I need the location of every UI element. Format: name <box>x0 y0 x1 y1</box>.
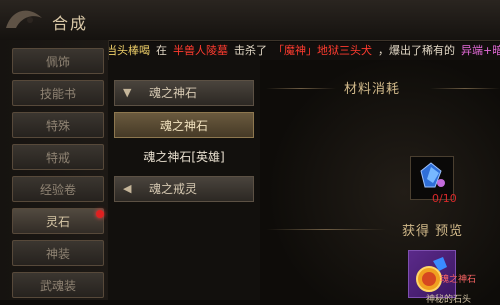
tab-exp-scrolls[interactable]: 经验卷 <box>12 176 104 202</box>
recipe-list: ▼ 魂之神石 魂之神石 魂之神石[英雄] ◀ 魂之戒灵 <box>108 60 261 300</box>
divider-left <box>266 88 336 89</box>
ticker-segment: ，爆出了稀有的 <box>378 44 455 57</box>
category-soul-stone-expanded[interactable]: ▼ 魂之神石 <box>114 80 254 106</box>
recipe-item-soul-stone[interactable]: 魂之神石 <box>114 112 254 138</box>
chevron-left-icon: ◀ <box>123 182 132 195</box>
category-soul-ring-collapsed[interactable]: ◀ 魂之戒灵 <box>114 176 254 202</box>
tab-skill-books[interactable]: 技能书 <box>12 80 104 106</box>
result-item-desc: 神秘的石头 <box>426 295 472 305</box>
dragon-emblem-icon <box>6 10 42 28</box>
tab-special[interactable]: 特殊 <box>12 112 104 138</box>
ticker-segment: 异端+暗之 <box>461 44 500 57</box>
category-label: 魂之神石 <box>149 86 198 100</box>
tab-divine-gear[interactable]: 神装 <box>12 240 104 266</box>
material-count: 0/10 <box>432 192 457 205</box>
window-titlebar: 合成 <box>0 0 500 41</box>
craft-detail-panel: 材料消耗 0/10 获得 预览 魂之神石 神秘的石头 <box>260 60 500 305</box>
recipe-item-soul-stone-hero[interactable]: 魂之神石[英雄] <box>114 144 254 170</box>
preview-title: 获得 预览 <box>402 224 464 239</box>
category-sidebar: 佩饰 技能书 特殊 特戒 经验卷 灵石 神装 武魂装 <box>0 40 109 300</box>
divider-left-2 <box>266 229 386 230</box>
ticker-segment: 「魔神」地狱三头犬 <box>273 44 372 57</box>
ticker-segment: 当头棒喝 <box>106 44 150 57</box>
materials-title: 材料消耗 <box>344 82 401 97</box>
ticker-segment: 击杀了 <box>234 44 267 57</box>
ticker-segment: 半兽人陵墓 <box>173 44 228 57</box>
result-item-name: 魂之神石 <box>440 275 477 285</box>
broadcast-ticker: 恭喜当头棒喝在半兽人陵墓击杀了「魔神」地狱三头犬，爆出了稀有的异端+暗之 <box>78 42 500 60</box>
chevron-down-icon: ▼ <box>123 86 132 99</box>
notification-dot <box>96 210 104 218</box>
ticker-segment: 在 <box>156 44 167 57</box>
tab-accessories[interactable]: 佩饰 <box>12 48 104 74</box>
tab-martial-soul-gear[interactable]: 武魂装 <box>12 272 104 298</box>
tab-special-rings[interactable]: 特戒 <box>12 144 104 170</box>
category-label: 魂之戒灵 <box>149 182 198 196</box>
window-title: 合成 <box>52 14 89 33</box>
tab-spirit-stones[interactable]: 灵石 <box>12 208 104 234</box>
divider-right <box>430 88 500 89</box>
